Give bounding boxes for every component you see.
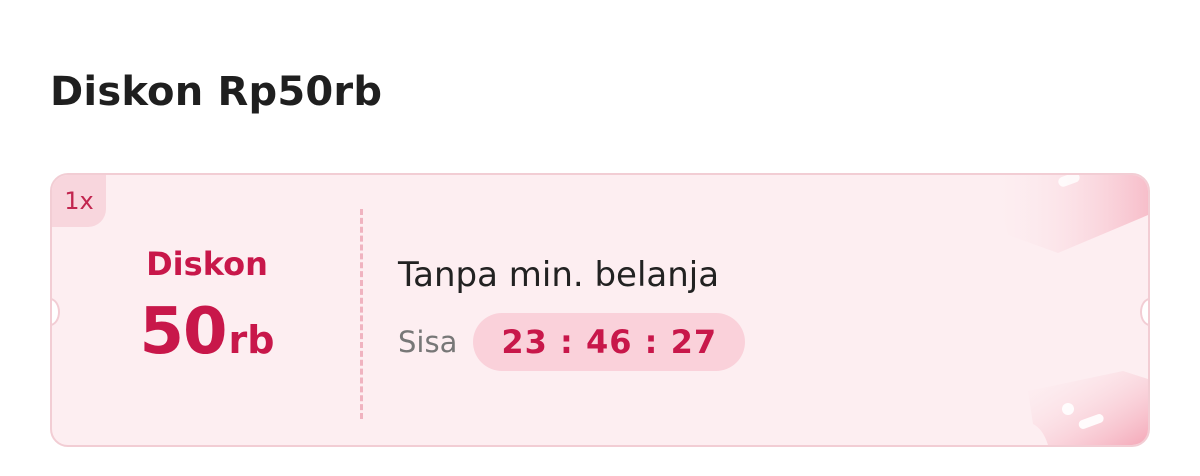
page-title: Diskon Rp50rb <box>50 69 383 115</box>
ticket-decoration-icon <box>990 175 1148 253</box>
countdown-timer: 23 : 46 : 27 <box>473 313 746 371</box>
ticket-decoration-icon <box>1028 371 1148 445</box>
discount-label: Diskon <box>146 245 268 283</box>
discount-amount: Diskon 50rb <box>52 175 362 445</box>
discount-value: 50rb <box>52 295 362 369</box>
discount-number: 50 <box>139 295 227 369</box>
ticket-notch-right <box>1140 298 1148 326</box>
voucher-condition: Tanpa min. belanja <box>398 255 720 295</box>
discount-unit: rb <box>228 318 275 362</box>
dashed-divider <box>360 209 363 419</box>
remaining-time: Sisa 23 : 46 : 27 <box>398 313 746 371</box>
remaining-label: Sisa <box>398 325 458 359</box>
voucher-card[interactable]: 1x Diskon 50rb Tanpa min. belanja Sisa 2… <box>50 173 1150 447</box>
